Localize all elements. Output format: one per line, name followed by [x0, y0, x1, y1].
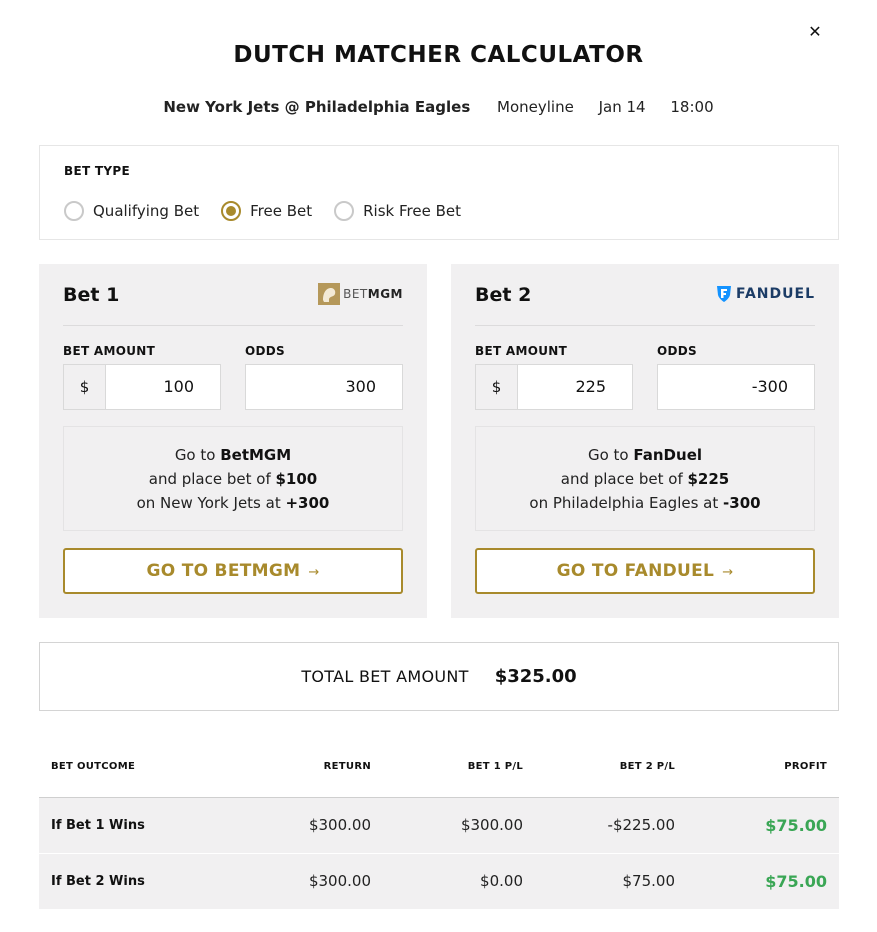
row-bet2-pl: -$225.00 — [607, 816, 675, 834]
header-return: RETURN — [323, 761, 371, 772]
instr-odds: +300 — [285, 494, 330, 512]
close-icon[interactable]: ✕ — [805, 20, 825, 44]
bet2-amount-label: BET AMOUNT — [475, 344, 568, 358]
bet1-odds-label: ODDS — [245, 344, 285, 358]
radio-circle-icon[interactable] — [64, 201, 84, 221]
header-bet1-pl: BET 1 P/L — [467, 761, 523, 772]
total-value: $325.00 — [494, 666, 577, 687]
table-row: If Bet 1 Wins $300.00 $300.00 -$225.00 $… — [39, 798, 839, 854]
row-profit: $75.00 — [765, 872, 827, 891]
row-bet2-pl: $75.00 — [622, 872, 676, 890]
radio-label: Free Bet — [250, 202, 313, 220]
fanduel-wordmark: FANDUEL — [736, 286, 815, 302]
instr-amount: $225 — [687, 470, 730, 488]
instr-text: and place bet of — [560, 470, 688, 488]
bet1-amount-input[interactable]: 100 — [106, 365, 220, 409]
currency-prefix: $ — [64, 365, 106, 409]
instr-text: on Philadelphia Eagles at — [529, 494, 724, 512]
button-label: GO TO BETMGM — [146, 561, 301, 581]
bet2-instructions: Go to FanDuel and place bet of $225 on P… — [475, 426, 815, 531]
row-bet1-pl: $0.00 — [480, 872, 523, 890]
instr-odds: -300 — [723, 494, 761, 512]
outcomes-table: BET OUTCOME RETURN BET 1 P/L BET 2 P/L P… — [39, 750, 839, 910]
row-outcome: If Bet 2 Wins — [51, 874, 145, 889]
event-market: Moneyline — [497, 98, 574, 116]
radio-risk-free-bet[interactable]: Risk Free Bet — [334, 201, 461, 221]
betmgm-logo: BET MGM — [318, 282, 403, 306]
fanduel-logo: FANDUEL — [716, 282, 815, 306]
instr-text: and place bet of — [148, 470, 276, 488]
total-bet-amount: TOTAL BET AMOUNT $325.00 — [39, 642, 839, 711]
header-bet2-pl: BET 2 P/L — [619, 761, 675, 772]
bet2-amount-field[interactable]: $ 225 — [475, 364, 633, 410]
table-header: BET OUTCOME RETURN BET 1 P/L BET 2 P/L P… — [39, 750, 839, 798]
row-return: $300.00 — [308, 816, 371, 834]
bet-type-label: BET TYPE — [64, 164, 130, 178]
page-title: DUTCH MATCHER CALCULATOR — [233, 42, 644, 68]
radio-label: Risk Free Bet — [363, 202, 461, 220]
bet1-odds-input[interactable]: 300 — [245, 364, 403, 410]
instr-amount: $100 — [275, 470, 318, 488]
bet-type-radio-group: Qualifying Bet Free Bet Risk Free Bet — [64, 201, 483, 221]
header-profit: PROFIT — [784, 761, 827, 772]
bet1-amount-field[interactable]: $ 100 — [63, 364, 221, 410]
event-teams: New York Jets @ Philadelphia Eagles — [163, 98, 471, 116]
bet1-title: Bet 1 — [63, 284, 120, 306]
bet2-amount-input[interactable]: 225 — [518, 365, 632, 409]
row-profit: $75.00 — [765, 816, 827, 835]
instr-text: Go to — [587, 446, 634, 464]
event-time: 18:00 — [670, 98, 714, 116]
header-bet-outcome: BET OUTCOME — [51, 761, 136, 772]
bet1-amount-label: BET AMOUNT — [63, 344, 156, 358]
row-bet1-pl: $300.00 — [460, 816, 523, 834]
bet-type-panel: BET TYPE Qualifying Bet Free Bet Risk Fr… — [39, 145, 839, 240]
instr-text: Go to — [174, 446, 221, 464]
bet2-title: Bet 2 — [475, 284, 532, 306]
bet2-card: Bet 2 FANDUEL BET AMOUNT ODDS $ 225 -300… — [451, 264, 839, 618]
bet2-odds-input[interactable]: -300 — [657, 364, 815, 410]
row-outcome: If Bet 1 Wins — [51, 818, 145, 833]
instr-bookmaker: FanDuel — [633, 446, 703, 464]
divider — [63, 325, 403, 326]
row-return: $300.00 — [308, 872, 371, 890]
bet1-instructions: Go to BetMGM and place bet of $100 on Ne… — [63, 426, 403, 531]
total-label: TOTAL BET AMOUNT — [301, 667, 469, 686]
bet1-card: Bet 1 BET MGM BET AMOUNT ODDS $ 100 300 G… — [39, 264, 427, 618]
instr-text: on New York Jets at — [136, 494, 286, 512]
table-row: If Bet 2 Wins $300.00 $0.00 $75.00 $75.0… — [39, 854, 839, 910]
go-to-fanduel-button[interactable]: GO TO FANDUEL → — [475, 548, 815, 594]
radio-selected-icon[interactable] — [221, 201, 242, 221]
radio-qualifying-bet[interactable]: Qualifying Bet — [64, 201, 199, 221]
radio-free-bet[interactable]: Free Bet — [221, 201, 312, 221]
currency-prefix: $ — [476, 365, 518, 409]
go-to-betmgm-button[interactable]: GO TO BETMGM → — [63, 548, 403, 594]
radio-label: Qualifying Bet — [93, 202, 200, 220]
lion-icon — [318, 283, 341, 305]
event-date: Jan 14 — [598, 98, 646, 116]
event-info: New York Jets @ Philadelphia Eagles Mone… — [0, 98, 877, 116]
arrow-right-icon: → — [722, 565, 734, 580]
divider — [475, 325, 815, 326]
instr-bookmaker: BetMGM — [220, 446, 292, 464]
button-label: GO TO FANDUEL — [556, 561, 715, 581]
shield-icon — [717, 286, 732, 302]
arrow-right-icon: → — [308, 565, 320, 580]
radio-circle-icon[interactable] — [334, 201, 355, 221]
bet2-odds-label: ODDS — [657, 344, 697, 358]
